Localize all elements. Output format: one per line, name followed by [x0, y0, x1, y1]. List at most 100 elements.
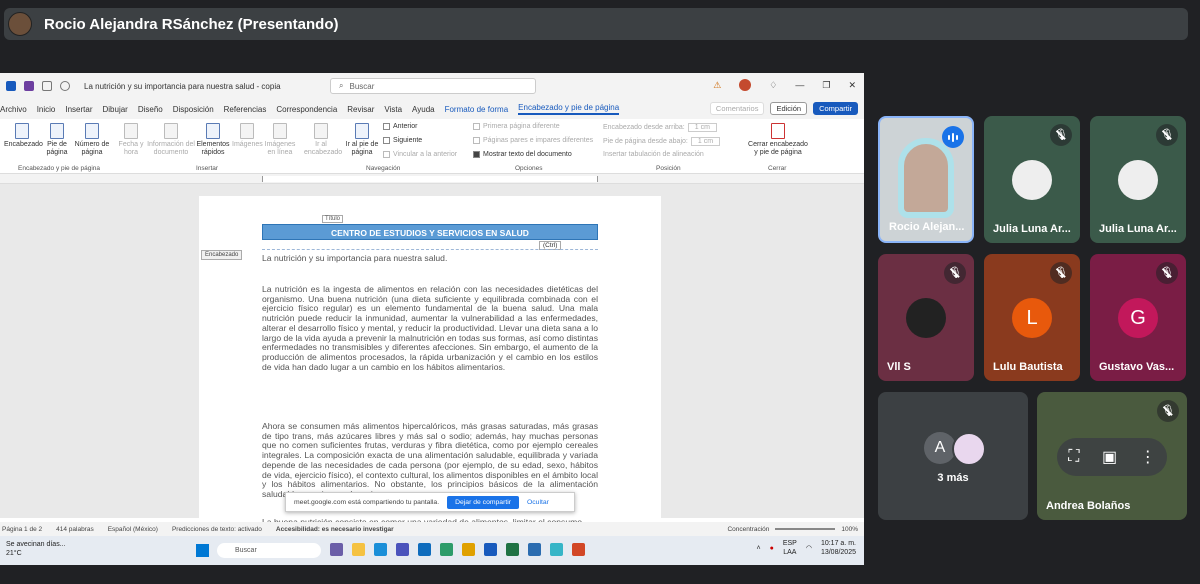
- status-language[interactable]: Español (México): [108, 526, 158, 533]
- app-icon-3[interactable]: [550, 543, 563, 556]
- status-focus[interactable]: Concentración: [727, 526, 769, 533]
- word-search-box[interactable]: ⌕ Buscar: [330, 78, 536, 94]
- siguiente-button[interactable]: Siguiente: [383, 137, 422, 144]
- menu-referencias[interactable]: Referencias: [224, 105, 267, 114]
- status-page[interactable]: Página 1 de 2: [2, 526, 42, 533]
- group-label: Navegación: [366, 165, 401, 172]
- primera-pagina-checkbox[interactable]: Primera página diferente: [473, 123, 560, 130]
- lightbulb-icon[interactable]: ♢: [769, 80, 777, 91]
- participant-tile-gustavo[interactable]: 🎙 G Gustavo Vas...: [1090, 254, 1186, 381]
- windows-start-icon[interactable]: [196, 544, 209, 557]
- save-icon[interactable]: [24, 81, 34, 91]
- frame-icon[interactable]: ⛶: [1068, 448, 1079, 466]
- menu-archivo[interactable]: Archivo: [0, 105, 27, 114]
- restore-button[interactable]: ❐: [822, 80, 830, 91]
- status-zoom[interactable]: 100%: [841, 526, 858, 533]
- info-documento-button[interactable]: Información del documento: [146, 123, 196, 158]
- group-label: Opciones: [515, 165, 543, 172]
- document-page[interactable]: Título CENTRO DE ESTUDIOS Y SERVICIOS EN…: [199, 196, 661, 536]
- menu-insertar[interactable]: Insertar: [65, 105, 92, 114]
- menu-vista[interactable]: Vista: [384, 105, 402, 114]
- group-label: Encabezado y pie de página: [18, 165, 101, 172]
- taskbar-search[interactable]: Buscar: [217, 543, 321, 558]
- header-text-box[interactable]: CENTRO DE ESTUDIOS Y SERVICIOS EN SALUD: [262, 224, 598, 240]
- insertar-tab-button[interactable]: Insertar tabulación de alineación: [603, 151, 704, 158]
- undo-icon[interactable]: [42, 81, 52, 91]
- app-icon[interactable]: [374, 543, 387, 556]
- lang-2: LAA: [783, 549, 797, 556]
- more-participants-tile[interactable]: A 3 más: [878, 392, 1028, 520]
- vincular-button[interactable]: Vincular a la anterior: [383, 151, 457, 158]
- enc-arriba-input[interactable]: 1 cm: [687, 123, 717, 132]
- mic-off-icon: 🎙: [1156, 262, 1178, 284]
- redo-icon[interactable]: [60, 81, 70, 91]
- participant-tile-julia-2[interactable]: 🎙 Julia Luna Ar...: [1090, 116, 1186, 243]
- menu-formato-de-forma[interactable]: Formato de forma: [445, 105, 509, 114]
- widgets-icon[interactable]: [330, 543, 343, 556]
- mic-icon[interactable]: ●: [770, 544, 774, 553]
- elementos-rapidos-button[interactable]: Elementos rápidos: [196, 123, 230, 158]
- ruler[interactable]: [0, 174, 864, 184]
- share-button[interactable]: Compartir: [813, 102, 858, 115]
- menu-disposicion[interactable]: Disposición: [173, 105, 214, 114]
- edge-icon[interactable]: [440, 543, 453, 556]
- imagenes-linea-label: Imágenes en línea: [264, 141, 296, 157]
- user-avatar[interactable]: [739, 79, 752, 91]
- pie-abajo-input[interactable]: 1 cm: [690, 137, 721, 146]
- window-controls: ⚠ ♢ — ❐ ✕: [713, 79, 856, 91]
- powerpoint-icon[interactable]: [572, 543, 585, 556]
- zoom-slider[interactable]: [775, 528, 836, 530]
- pie-de-pagina-button[interactable]: Pie de página: [42, 123, 72, 158]
- teams-icon[interactable]: [396, 543, 409, 556]
- weather-widget[interactable]: Se avecinan días... 21°C: [6, 540, 66, 558]
- menu-diseno[interactable]: Diseño: [138, 105, 163, 114]
- stop-sharing-button[interactable]: Dejar de compartir: [447, 495, 519, 509]
- anterior-button[interactable]: Anterior: [383, 123, 418, 130]
- menu-encabezado-pie[interactable]: Encabezado y pie de página: [518, 103, 620, 115]
- document-title[interactable]: La nutrición y su importancia para nuest…: [84, 82, 281, 91]
- participant-tile-lulu[interactable]: 🎙 L Lulu Bautista: [984, 254, 1080, 381]
- paginas-pares-checkbox[interactable]: Páginas pares e impares diferentes: [473, 137, 593, 144]
- ir-al-pie-button[interactable]: Ir al pie de página: [344, 123, 380, 158]
- status-words[interactable]: 414 palabras: [56, 526, 94, 533]
- chevron-up-icon[interactable]: ˄: [757, 544, 761, 553]
- participant-tile-vll[interactable]: 🎙 Vll S: [878, 254, 974, 381]
- file-explorer-icon[interactable]: [352, 543, 365, 556]
- menu-revisar[interactable]: Revisar: [347, 105, 374, 114]
- status-accessibility[interactable]: Accesibilidad: es necesario investigar: [276, 526, 394, 533]
- participant-tile-rocio[interactable]: Rocio Alejan...: [878, 116, 974, 243]
- menu-dibujar[interactable]: Dibujar: [103, 105, 128, 114]
- header-icon: [15, 123, 29, 139]
- wifi-icon[interactable]: ◠: [806, 544, 812, 553]
- imagenes-button[interactable]: Imágenes: [232, 123, 263, 149]
- editing-button[interactable]: Edición: [770, 102, 808, 115]
- close-button[interactable]: ✕: [848, 80, 856, 91]
- chrome-icon[interactable]: [462, 543, 475, 556]
- mostrar-texto-checkbox[interactable]: Mostrar texto del documento: [473, 151, 572, 158]
- word-icon[interactable]: [484, 543, 497, 556]
- more-options-icon[interactable]: ⋮: [1140, 447, 1156, 467]
- menu-inicio[interactable]: Inicio: [37, 105, 56, 114]
- cerrar-encabezado-button[interactable]: Cerrar encabezado y pie de página: [748, 123, 808, 158]
- minimize-button[interactable]: —: [795, 80, 804, 90]
- status-predictions[interactable]: Predicciones de texto: activado: [172, 526, 262, 533]
- app-icon-2[interactable]: [528, 543, 541, 556]
- participant-tile-andrea[interactable]: 🎙 ⛶ ▣ ⋮ Andrea Bolaños: [1037, 392, 1187, 520]
- excel-icon[interactable]: [506, 543, 519, 556]
- ir-al-encabezado-button[interactable]: Ir al encabezado: [304, 123, 342, 158]
- language-indicator[interactable]: ESP LAA: [783, 539, 797, 557]
- outlook-icon[interactable]: [418, 543, 431, 556]
- participant-tile-julia-1[interactable]: 🎙 Julia Luna Ar...: [984, 116, 1080, 243]
- encabezado-button[interactable]: Encabezado: [4, 123, 43, 149]
- comments-button[interactable]: Comentarios: [709, 102, 765, 115]
- word-title-bar: La nutrición y su importancia para nuest…: [0, 73, 864, 99]
- menu-ayuda[interactable]: Ayuda: [412, 105, 435, 114]
- group-label: Insertar: [196, 165, 219, 172]
- pin-icon[interactable]: ▣: [1102, 447, 1117, 467]
- numero-de-pagina-button[interactable]: Número de página: [74, 123, 110, 158]
- fecha-y-hora-button[interactable]: Fecha y hora: [118, 123, 144, 158]
- clock[interactable]: 10:17 a. m. 13/08/2025: [821, 539, 856, 557]
- menu-correspondencia[interactable]: Correspondencia: [276, 105, 337, 114]
- imagenes-en-linea-button[interactable]: Imágenes en línea: [264, 123, 296, 158]
- hide-notice-button[interactable]: Ocultar: [527, 499, 549, 506]
